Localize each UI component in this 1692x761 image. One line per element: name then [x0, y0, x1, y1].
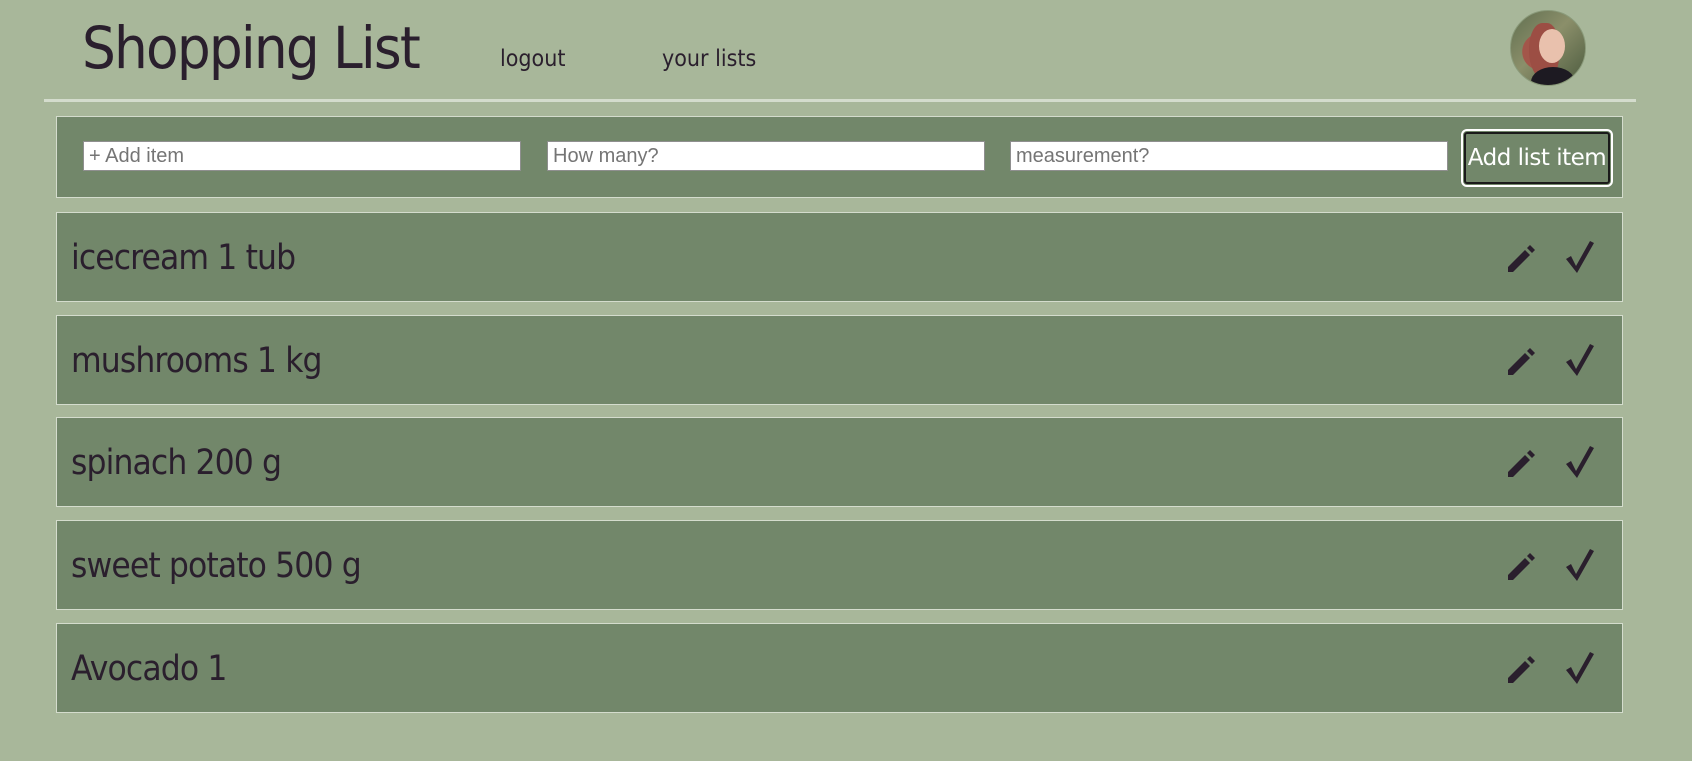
- pencil-icon[interactable]: [1505, 448, 1537, 480]
- avatar-shirt: [1531, 67, 1575, 85]
- pencil-icon[interactable]: [1505, 243, 1537, 275]
- add-item-form: Add list item: [56, 116, 1623, 198]
- pencil-icon[interactable]: [1505, 346, 1537, 378]
- check-icon[interactable]: [1563, 239, 1595, 275]
- list-item-label: sweet potato 500 g: [71, 546, 362, 586]
- list-item: Avocado 1: [56, 623, 1623, 713]
- list-item-label: Avocado 1: [71, 649, 227, 689]
- list-item: spinach 200 g: [56, 417, 1623, 507]
- list-item: icecream 1 tub: [56, 212, 1623, 302]
- logout-link[interactable]: logout: [500, 44, 565, 74]
- list-item: sweet potato 500 g: [56, 520, 1623, 610]
- app-header: Shopping List logout your lists: [44, 0, 1636, 102]
- user-avatar[interactable]: [1510, 10, 1586, 86]
- check-icon[interactable]: [1563, 342, 1595, 378]
- avatar-face: [1539, 29, 1565, 63]
- list-item-label: icecream 1 tub: [71, 238, 296, 278]
- check-icon[interactable]: [1563, 444, 1595, 480]
- list-item: mushrooms 1 kg: [56, 315, 1623, 405]
- page-title: Shopping List: [82, 14, 421, 82]
- check-icon[interactable]: [1563, 650, 1595, 686]
- list-item-label: mushrooms 1 kg: [71, 341, 323, 381]
- check-icon[interactable]: [1563, 547, 1595, 583]
- list-item-label: spinach 200 g: [71, 443, 282, 483]
- quantity-input[interactable]: [547, 141, 985, 171]
- pencil-icon[interactable]: [1505, 551, 1537, 583]
- your-lists-link[interactable]: your lists: [662, 44, 756, 74]
- item-input[interactable]: [83, 141, 521, 171]
- add-list-item-button[interactable]: Add list item: [1461, 129, 1613, 187]
- pencil-icon[interactable]: [1505, 654, 1537, 686]
- measurement-input[interactable]: [1010, 141, 1448, 171]
